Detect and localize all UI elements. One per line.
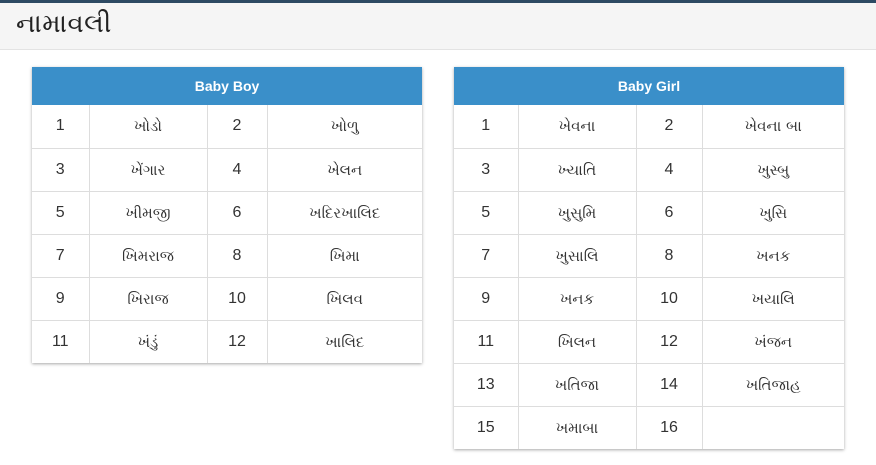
name-number: 16	[635, 405, 703, 449]
page-header: નામાવલી	[0, 3, 876, 50]
name-cell: ખતિજા	[517, 362, 637, 407]
table-row: 1 ખોડો 2 ખોળુ	[32, 105, 422, 149]
table-row: 3 ખ્યાતિ 4 ખુસ્બુ	[454, 147, 844, 192]
table-row: 9 ખિરાજ 10 ખિલવ	[32, 276, 422, 321]
name-number: 7	[32, 233, 90, 278]
name-number: 4	[635, 147, 703, 192]
table-row: 7 ખુસાલિ 8 ખનક	[454, 233, 844, 278]
table-row: 15 ખમાબા 16	[454, 405, 844, 449]
name-number: 6	[635, 190, 703, 235]
name-number: 6	[206, 190, 268, 235]
name-number: 12	[206, 319, 268, 363]
name-cell: ખીમજી	[88, 190, 208, 235]
name-cell: ખિલન	[517, 319, 637, 364]
table-row: 5 ખીમજી 6 ખદિરખાલિદ	[32, 190, 422, 235]
name-cell: ખિરાજ	[88, 276, 208, 321]
name-number: 8	[206, 233, 268, 278]
name-number: 10	[635, 276, 703, 321]
name-cell	[701, 405, 844, 449]
name-cell: ખુસાલિ	[517, 233, 637, 278]
name-cell: ખંજન	[701, 319, 844, 364]
name-cell: ખતિજાહ	[701, 362, 844, 407]
name-cell: ખુસ્બુ	[701, 147, 844, 192]
name-number: 5	[454, 190, 519, 235]
table-row: 1 ખેવના 2 ખેવના બા	[454, 105, 844, 149]
baby-boy-panel: Baby Boy 1 ખોડો 2 ખોળુ 3 ખેંગાર 4 ખેલન 5 ખીમજી 6 ખદ…	[32, 67, 422, 363]
name-cell: ખમાબા	[517, 405, 637, 449]
name-cell: ખુસિ	[701, 190, 844, 235]
name-cell: ખોળુ	[266, 105, 422, 149]
name-cell: ખિલવ	[266, 276, 422, 321]
name-number: 8	[635, 233, 703, 278]
name-number: 5	[32, 190, 90, 235]
baby-girl-table: 1 ખેવના 2 ખેવના બા 3 ખ્યાતિ 4 ખુસ્બુ 5 ખુસુમિ 6 ખુસ…	[454, 105, 844, 449]
name-cell: ખનક	[701, 233, 844, 278]
table-row: 7 ખિમરાજ 8 ખિમા	[32, 233, 422, 278]
baby-girl-panel: Baby Girl 1 ખેવના 2 ખેવના બા 3 ખ્યાતિ 4 ખુસ્બુ 5…	[454, 67, 844, 449]
name-cell: ખુસુમિ	[517, 190, 637, 235]
name-cell: ખેવના બા	[701, 105, 844, 149]
name-cell: ખાલિદ	[266, 319, 422, 363]
table-row: 5 ખુસુમિ 6 ખુસિ	[454, 190, 844, 235]
name-number: 11	[32, 319, 90, 363]
name-number: 7	[454, 233, 519, 278]
name-number: 10	[206, 276, 268, 321]
name-cell: ખિમા	[266, 233, 422, 278]
name-cell: ખંડું	[88, 319, 208, 363]
table-row: 11 ખંડું 12 ખાલિદ	[32, 319, 422, 363]
name-cell: ખદિરખાલિદ	[266, 190, 422, 235]
name-cell: ખયાલિ	[701, 276, 844, 321]
name-cell: ખનક	[517, 276, 637, 321]
page-title: નામાવલી	[16, 9, 112, 39]
table-row: 9 ખનક 10 ખયાલિ	[454, 276, 844, 321]
table-row: 3 ખેંગાર 4 ખેલન	[32, 147, 422, 192]
name-cell: ખેવના	[517, 105, 637, 149]
name-number: 2	[635, 105, 703, 149]
name-number: 2	[206, 105, 268, 149]
name-number: 3	[454, 147, 519, 192]
name-number: 9	[454, 276, 519, 321]
name-cell: ખોડો	[88, 105, 208, 149]
name-number: 14	[635, 362, 703, 407]
name-cell: ખ્યાતિ	[517, 147, 637, 192]
baby-boy-heading: Baby Boy	[32, 67, 422, 105]
table-row: 11 ખિલન 12 ખંજન	[454, 319, 844, 364]
name-number: 3	[32, 147, 90, 192]
baby-boy-table: 1 ખોડો 2 ખોળુ 3 ખેંગાર 4 ખેલન 5 ખીમજી 6 ખદિરખાલિદ 7 ખ…	[32, 105, 422, 363]
name-number: 13	[454, 362, 519, 407]
name-number: 4	[206, 147, 268, 192]
baby-girl-heading: Baby Girl	[454, 67, 844, 105]
name-number: 12	[635, 319, 703, 364]
name-number: 9	[32, 276, 90, 321]
name-number: 11	[454, 319, 519, 364]
name-number: 15	[454, 405, 519, 449]
name-cell: ખેલન	[266, 147, 422, 192]
name-number: 1	[454, 105, 519, 149]
name-number: 1	[32, 105, 90, 149]
name-cell: ખેંગાર	[88, 147, 208, 192]
table-row: 13 ખતિજા 14 ખતિજાહ	[454, 362, 844, 407]
name-cell: ખિમરાજ	[88, 233, 208, 278]
